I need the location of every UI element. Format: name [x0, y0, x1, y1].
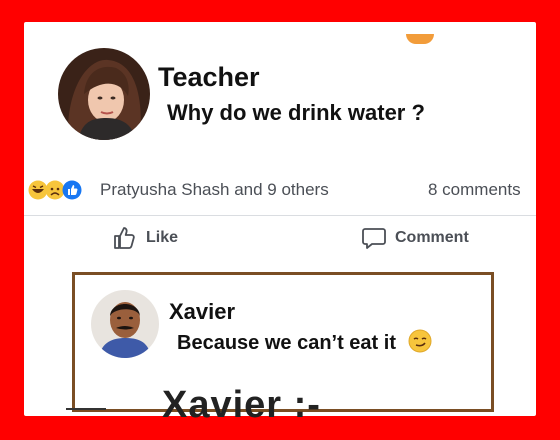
- speech-bubble-icon: [362, 228, 386, 249]
- divider: [24, 215, 536, 216]
- caption-text: Xavier :-: [162, 384, 321, 426]
- xavier-avatar[interactable]: [91, 290, 159, 358]
- comment-text: Because we can’t eat it: [177, 329, 432, 359]
- post-text: Why do we drink water ?: [167, 100, 425, 125]
- thumbs-up-icon: [114, 227, 135, 249]
- like-label: Like: [146, 229, 179, 246]
- post-author-name[interactable]: Teacher: [158, 62, 260, 93]
- post-card: Teacher Why do we drink water ? Pratyush…: [24, 22, 536, 416]
- comment-author-name[interactable]: Xavier: [169, 299, 235, 325]
- comment-label: Comment: [395, 229, 469, 246]
- comment-count[interactable]: 8 comments: [428, 180, 521, 200]
- divider-mark: [66, 408, 106, 410]
- teacher-avatar[interactable]: [58, 48, 150, 140]
- comment-text-body: Because we can’t eat it: [177, 332, 396, 354]
- smirk-emoji-icon: [408, 329, 432, 359]
- reactions-summary[interactable]: Pratyusha Shash and 9 others: [100, 180, 329, 200]
- reaction-icons[interactable]: [28, 178, 82, 202]
- comment-button[interactable]: Comment: [361, 225, 469, 251]
- like-button[interactable]: Like: [112, 225, 178, 251]
- top-decoration: [406, 34, 434, 44]
- like-reaction-icon: [62, 180, 82, 200]
